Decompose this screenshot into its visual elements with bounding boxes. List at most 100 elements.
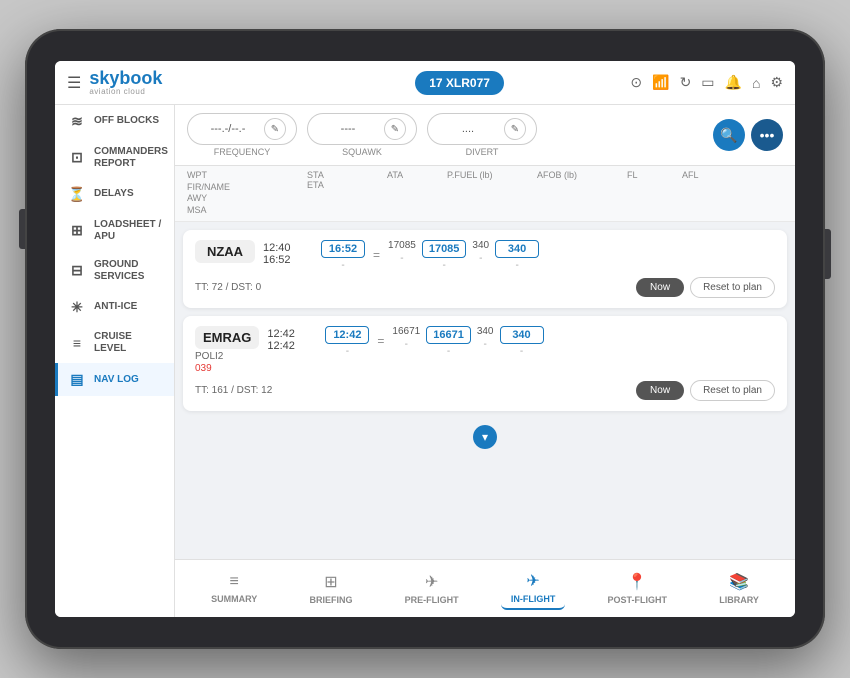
afl-dash: - xyxy=(515,260,518,271)
divert-control[interactable]: .... ✎ xyxy=(427,113,537,145)
ata-group: 16:52 - xyxy=(321,240,365,271)
wifi-icon[interactable]: 📶 xyxy=(652,74,669,91)
wpt-badge-emrag: EMRAG xyxy=(195,326,259,349)
afob-box[interactable]: 17085 xyxy=(422,240,467,258)
frequency-control[interactable]: ---.-/--.- ✎ xyxy=(187,113,297,145)
sidebar-item-off-blocks[interactable]: ≋ OFF BLOCKS xyxy=(55,105,174,138)
sidebar-item-label: DELAYS xyxy=(94,188,134,200)
divert-value: .... xyxy=(438,123,498,135)
tab-summary[interactable]: ≡ SUMMARY xyxy=(201,569,267,608)
pre-flight-icon: ✈ xyxy=(425,572,438,592)
frequency-group: ---.-/--.- ✎ FREQUENCY xyxy=(187,113,297,157)
afob-group: 17085 - xyxy=(422,240,467,271)
refresh-icon[interactable]: ↻ xyxy=(680,74,692,91)
sidebar-item-loadsheet[interactable]: ⊞ LOADSHEET / APU xyxy=(55,211,174,251)
now-button-nzaa[interactable]: Now xyxy=(636,278,684,297)
summary-label: SUMMARY xyxy=(211,594,257,604)
sta-time-emrag: 12:42 xyxy=(267,328,317,340)
nav-row-nzaa: NZAA 12:40 16:52 16:52 - xyxy=(183,230,787,308)
sidebar-item-cruise-level[interactable]: ≡ CRUISE LEVEL xyxy=(55,323,174,363)
nav-card-row1: NZAA 12:40 16:52 16:52 - xyxy=(195,240,775,271)
ground-services-icon: ⊟ xyxy=(68,262,86,279)
ata-group-emrag: 12:42 - xyxy=(325,326,369,357)
home-icon[interactable]: ⌂ xyxy=(752,75,760,91)
main-layout: ≋ OFF BLOCKS ⊡ COMMANDERS REPORT ⏳ DELAY… xyxy=(55,105,795,617)
tab-post-flight[interactable]: 📍 POST-FLIGHT xyxy=(598,568,678,609)
squawk-edit-btn[interactable]: ✎ xyxy=(384,118,406,140)
content-area: ---.-/--.- ✎ FREQUENCY ---- ✎ SQUAWK xyxy=(175,105,795,617)
gps-icon[interactable]: ⊙ xyxy=(630,74,642,91)
reset-to-plan-emrag[interactable]: Reset to plan xyxy=(690,380,775,401)
reset-to-plan-nzaa[interactable]: Reset to plan xyxy=(690,277,775,298)
col-header-wpt: WPTFIR/NAMEAWYMSA xyxy=(187,170,307,217)
afob-group-emrag: 16671 - xyxy=(426,326,471,357)
search-button[interactable]: 🔍 xyxy=(713,119,745,151)
briefing-label: BRIEFING xyxy=(309,595,352,605)
col-header-afl: AFL xyxy=(682,170,742,217)
nav-card-row2-nzaa: TT: 72 / DST: 0 Now Reset to plan xyxy=(195,277,775,298)
screen: ☰ skybook aviation cloud 17 XLR077 ⊙ 📶 ↻… xyxy=(55,61,795,617)
bell-icon[interactable]: 🔔 xyxy=(725,74,742,91)
sidebar-item-label: COMMANDERS REPORT xyxy=(94,146,168,170)
post-flight-icon: 📍 xyxy=(627,572,647,592)
tab-library[interactable]: 📚 LIBRARY xyxy=(709,568,769,609)
eta-time-emrag: 12:42 xyxy=(267,340,317,352)
squawk-value: ---- xyxy=(318,123,378,135)
delays-icon: ⏳ xyxy=(68,186,86,203)
sidebar-item-anti-ice[interactable]: ✳ ANTI-ICE xyxy=(55,291,174,324)
afl-group-emrag: 340 - xyxy=(500,326,544,357)
tablet-icon[interactable]: ▭ xyxy=(701,74,714,91)
more-button[interactable]: ••• xyxy=(751,119,783,151)
divert-group: .... ✎ DIVERT xyxy=(427,113,537,157)
cruise-level-icon: ≡ xyxy=(68,335,86,352)
nav-log-icon: ▤ xyxy=(68,371,86,388)
time-col-emrag: 12:42 12:42 xyxy=(267,328,317,352)
tt-dst-emrag: TT: 161 / DST: 12 xyxy=(195,385,630,396)
sidebar: ≋ OFF BLOCKS ⊡ COMMANDERS REPORT ⏳ DELAY… xyxy=(55,105,175,617)
now-button-emrag[interactable]: Now xyxy=(636,381,684,400)
squawk-control[interactable]: ---- ✎ xyxy=(307,113,417,145)
top-bar: ☰ skybook aviation cloud 17 XLR077 ⊙ 📶 ↻… xyxy=(55,61,795,105)
tab-briefing[interactable]: ⊞ BRIEFING xyxy=(299,568,362,609)
afob-box-emrag[interactable]: 16671 xyxy=(426,326,471,344)
data-fields-nzaa: 16:52 - = 17085 - xyxy=(321,240,775,271)
flight-badge[interactable]: 17 XLR077 xyxy=(415,71,504,95)
sidebar-item-label: GROUND SERVICES xyxy=(94,259,164,283)
sidebar-item-label: NAV LOG xyxy=(94,374,139,386)
equals-sign: = xyxy=(373,248,380,262)
sidebar-item-delays[interactable]: ⏳ DELAYS xyxy=(55,178,174,211)
afl-group: 340 - xyxy=(495,240,539,271)
tab-pre-flight[interactable]: ✈ PRE-FLIGHT xyxy=(395,568,469,609)
frequency-edit-btn[interactable]: ✎ xyxy=(264,118,286,140)
divert-edit-btn[interactable]: ✎ xyxy=(504,118,526,140)
afl-box-emrag[interactable]: 340 xyxy=(500,326,544,344)
afl-box[interactable]: 340 xyxy=(495,240,539,258)
sub-info-poli2: POLI2 xyxy=(195,351,259,362)
loadsheet-icon: ⊞ xyxy=(68,222,86,239)
tt-dst-nzaa: TT: 72 / DST: 0 xyxy=(195,282,630,293)
hamburger-icon[interactable]: ☰ xyxy=(67,73,81,93)
sidebar-item-ground-services[interactable]: ⊟ GROUND SERVICES xyxy=(55,251,174,291)
ata-box[interactable]: 16:52 xyxy=(321,240,365,258)
data-fields-emrag: 12:42 - = 16671 - xyxy=(325,326,775,357)
wpt-badge-nzaa: NZAA xyxy=(195,240,255,263)
sidebar-item-commanders-report[interactable]: ⊡ COMMANDERS REPORT xyxy=(55,138,174,178)
ata-dash: - xyxy=(341,260,344,271)
sidebar-item-label: CRUISE LEVEL xyxy=(94,331,164,355)
col-header-pfuel: P.FUEL (lb) xyxy=(447,170,537,217)
library-label: LIBRARY xyxy=(719,595,759,605)
sidebar-item-nav-log[interactable]: ▤ NAV LOG xyxy=(55,363,174,396)
tab-in-flight[interactable]: ✈ IN-FLIGHT xyxy=(501,567,566,610)
squawk-group: ---- ✎ SQUAWK xyxy=(307,113,417,157)
chevron-down-icon[interactable]: ▾ xyxy=(473,425,497,449)
settings-icon[interactable]: ⚙ xyxy=(770,74,783,91)
pfuel-group-emrag: 16671 - xyxy=(392,326,420,350)
summary-icon: ≡ xyxy=(230,573,239,591)
scroll-indicator: ▾ xyxy=(183,419,787,451)
squawk-label: SQUAWK xyxy=(342,147,382,157)
nav-card-row2-emrag: TT: 161 / DST: 12 Now Reset to plan xyxy=(195,380,775,401)
sidebar-item-label: OFF BLOCKS xyxy=(94,115,159,127)
ata-box-emrag[interactable]: 12:42 xyxy=(325,326,369,344)
briefing-icon: ⊞ xyxy=(324,572,337,592)
in-flight-label: IN-FLIGHT xyxy=(511,594,556,604)
